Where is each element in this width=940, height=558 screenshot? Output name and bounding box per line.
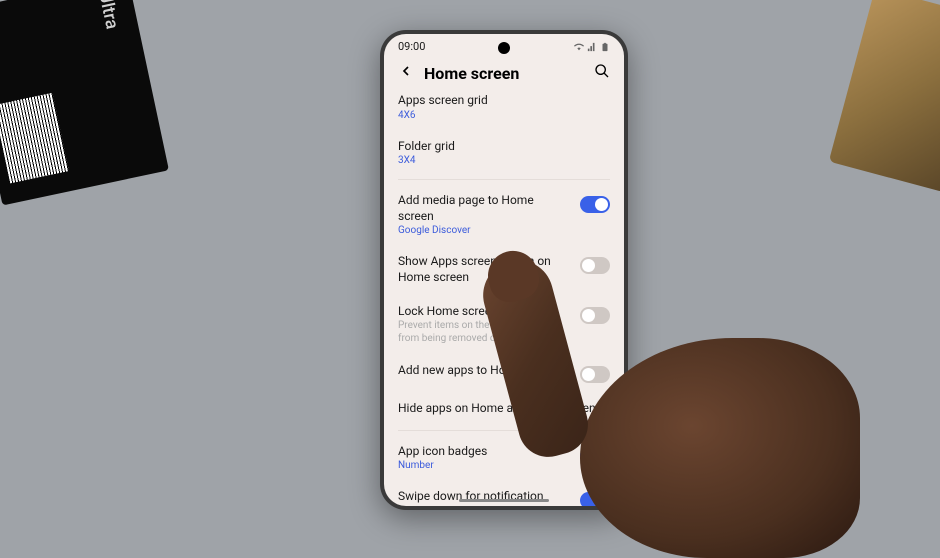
camera-hole — [498, 42, 510, 54]
setting-value: 3X4 — [398, 155, 610, 166]
back-button[interactable] — [398, 63, 414, 83]
setting-value: 4X6 — [398, 110, 610, 121]
settings-header: Home screen — [384, 57, 624, 93]
setting-title: Folder grid — [398, 139, 610, 155]
wooden-object — [829, 0, 940, 192]
status-icons — [574, 42, 610, 52]
search-icon — [594, 63, 610, 79]
search-button[interactable] — [594, 63, 610, 83]
battery-icon — [600, 42, 610, 52]
product-box: Galaxy S25 Ultra — [0, 0, 169, 205]
status-time: 09:00 — [398, 40, 425, 53]
divider — [398, 179, 610, 180]
page-title: Home screen — [424, 64, 584, 83]
setting-title: Apps screen grid — [398, 93, 610, 109]
hand — [480, 198, 860, 558]
wifi-icon — [574, 42, 584, 52]
setting-folder-grid[interactable]: Folder grid 3X4 — [398, 130, 610, 176]
setting-apps-screen-grid[interactable]: Apps screen grid 4X6 — [398, 93, 610, 130]
barcode — [0, 93, 69, 184]
product-box-brand: Galaxy S25 Ultra — [75, 0, 123, 31]
chevron-left-icon — [398, 63, 414, 79]
signal-icon — [587, 42, 597, 52]
